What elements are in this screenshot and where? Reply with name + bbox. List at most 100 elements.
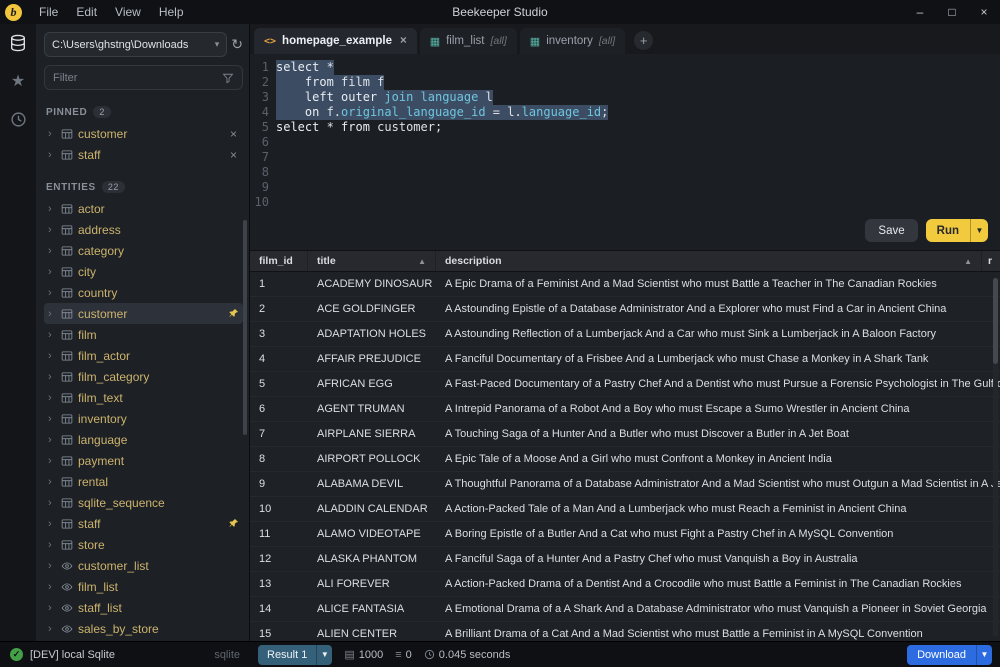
cell-film-id[interactable]: 4 [250, 353, 308, 365]
cell-description[interactable]: A Fast-Paced Documentary of a Pastry Che… [436, 378, 1000, 390]
cell-film-id[interactable]: 9 [250, 478, 308, 490]
entity-item-film_category[interactable]: ›film_category [44, 366, 243, 387]
result-selector-button[interactable]: Result 1 ▼ [258, 645, 332, 665]
cell-film-id[interactable]: 6 [250, 403, 308, 415]
chevron-right-icon[interactable]: › [48, 602, 56, 614]
pin-icon[interactable] [228, 308, 239, 319]
chevron-right-icon[interactable]: › [48, 287, 56, 299]
cell-description[interactable]: A Brilliant Drama of a Cat And a Mad Sci… [436, 628, 1000, 640]
table-row[interactable]: 5AFRICAN EGGA Fast-Paced Documentary of … [250, 372, 1000, 397]
column-header-description[interactable]: description▲ [436, 251, 982, 271]
tab-homepage_example[interactable]: <>homepage_example× [254, 28, 417, 54]
cell-description[interactable]: A Intrepid Panorama of a Robot And a Boy… [436, 403, 1000, 415]
chevron-right-icon[interactable]: › [48, 149, 56, 161]
chevron-right-icon[interactable]: › [48, 539, 56, 551]
chevron-right-icon[interactable]: › [48, 266, 56, 278]
table-row[interactable]: 4AFFAIR PREJUDICEA Fanciful Documentary … [250, 347, 1000, 372]
entity-item-store[interactable]: ›store [44, 534, 243, 555]
editor-line[interactable]: 1select * [250, 60, 1000, 75]
close-button[interactable]: × [968, 0, 1000, 24]
table-row[interactable]: 7AIRPLANE SIERRAA Touching Saga of a Hun… [250, 422, 1000, 447]
cell-title[interactable]: ACE GOLDFINGER [308, 303, 436, 315]
refresh-icon[interactable]: ↻ [231, 36, 243, 53]
cell-film-id[interactable]: 11 [250, 528, 308, 540]
entity-item-sales_by_store[interactable]: ›sales_by_store [44, 618, 243, 639]
chevron-right-icon[interactable]: › [48, 224, 56, 236]
table-row[interactable]: 2ACE GOLDFINGERA Astounding Epistle of a… [250, 297, 1000, 322]
editor-line[interactable]: 3 left outer join language l [250, 90, 1000, 105]
cell-title[interactable]: ALABAMA DEVIL [308, 478, 436, 490]
chevron-right-icon[interactable]: › [48, 350, 56, 362]
cell-description[interactable]: A Action-Packed Drama of a Dentist And a… [436, 578, 1000, 590]
cell-description[interactable]: A Epic Tale of a Moose And a Girl who mu… [436, 453, 1000, 465]
cell-film-id[interactable]: 12 [250, 553, 308, 565]
chevron-right-icon[interactable]: › [48, 371, 56, 383]
tab-close-icon[interactable]: × [400, 35, 407, 47]
cell-title[interactable]: ACADEMY DINOSAUR [308, 278, 436, 290]
download-caret-icon[interactable]: ▼ [976, 645, 992, 665]
run-options-caret-icon[interactable]: ▼ [970, 219, 988, 242]
scrollbar-thumb[interactable] [993, 278, 998, 364]
entity-item-sqlite_sequence[interactable]: ›sqlite_sequence [44, 492, 243, 513]
editor-line[interactable]: 2 from film f [250, 75, 1000, 90]
entity-item-film[interactable]: ›film [44, 324, 243, 345]
entity-item-rental[interactable]: ›rental [44, 471, 243, 492]
unpin-close-icon[interactable]: × [228, 148, 239, 162]
entity-filter-input[interactable]: Filter [44, 65, 243, 90]
editor-line[interactable]: 8 [250, 165, 1000, 180]
table-row[interactable]: 10ALADDIN CALENDARA Action-Packed Tale o… [250, 497, 1000, 522]
sidebar-scrollbar[interactable] [243, 220, 247, 435]
cell-title[interactable]: ADAPTATION HOLES [308, 328, 436, 340]
menu-help[interactable]: Help [150, 0, 193, 24]
table-row[interactable]: 14ALICE FANTASIAA Emotional Drama of a A… [250, 597, 1000, 622]
menu-edit[interactable]: Edit [67, 0, 106, 24]
chevron-right-icon[interactable]: › [48, 581, 56, 593]
cell-title[interactable]: AIRPORT POLLOCK [308, 453, 436, 465]
chevron-right-icon[interactable]: › [48, 476, 56, 488]
chevron-right-icon[interactable]: › [48, 560, 56, 572]
column-header-film_id[interactable]: film_id [250, 251, 308, 271]
cell-title[interactable]: AFRICAN EGG [308, 378, 436, 390]
chevron-right-icon[interactable]: › [48, 434, 56, 446]
entity-item-city[interactable]: ›city [44, 261, 243, 282]
cell-description[interactable]: A Thoughtful Panorama of a Database Admi… [436, 478, 1000, 490]
menu-view[interactable]: View [106, 0, 150, 24]
column-header-partial[interactable]: r [982, 251, 1000, 271]
table-row[interactable]: 15ALIEN CENTERA Brilliant Drama of a Cat… [250, 622, 1000, 641]
table-row[interactable]: 13ALI FOREVERA Action-Packed Drama of a … [250, 572, 1000, 597]
cell-title[interactable]: AFFAIR PREJUDICE [308, 353, 436, 365]
tab-inventory[interactable]: ▦inventory[all] [520, 28, 625, 54]
cell-film-id[interactable]: 14 [250, 603, 308, 615]
maximize-button[interactable]: □ [936, 0, 968, 24]
cell-description[interactable]: A Action-Packed Tale of a Man And a Lumb… [436, 503, 1000, 515]
chevron-right-icon[interactable]: › [48, 518, 56, 530]
chevron-right-icon[interactable]: › [48, 413, 56, 425]
cell-film-id[interactable]: 1 [250, 278, 308, 290]
cell-film-id[interactable]: 3 [250, 328, 308, 340]
editor-line[interactable]: 4 on f.original_language_id = l.language… [250, 105, 1000, 120]
entity-item-language[interactable]: ›language [44, 429, 243, 450]
cell-film-id[interactable]: 15 [250, 628, 308, 640]
chevron-right-icon[interactable]: › [48, 392, 56, 404]
editor-line[interactable]: 9 [250, 180, 1000, 195]
cell-title[interactable]: ALASKA PHANTOM [308, 553, 436, 565]
cell-description[interactable]: A Epic Drama of a Feminist And a Mad Sci… [436, 278, 1000, 290]
sql-editor[interactable]: 1select *2 from film f3 left outer join … [250, 54, 1000, 250]
cell-description[interactable]: A Boring Epistle of a Butler And a Cat w… [436, 528, 1000, 540]
cell-description[interactable]: A Touching Saga of a Hunter And a Butler… [436, 428, 1000, 440]
cell-description[interactable]: A Emotional Drama of a A Shark And a Dat… [436, 603, 1000, 615]
sort-caret-icon[interactable]: ▲ [964, 257, 972, 266]
tab-film_list[interactable]: ▦film_list[all] [420, 28, 517, 54]
run-button[interactable]: Run ▼ [926, 219, 988, 242]
cell-title[interactable]: ALIEN CENTER [308, 628, 436, 640]
cell-film-id[interactable]: 7 [250, 428, 308, 440]
sort-caret-icon[interactable]: ▲ [418, 257, 426, 266]
cell-description[interactable]: A Fanciful Saga of a Hunter And a Pastry… [436, 553, 1000, 565]
table-row[interactable]: 3ADAPTATION HOLESA Astounding Reflection… [250, 322, 1000, 347]
table-row[interactable]: 11ALAMO VIDEOTAPEA Boring Epistle of a B… [250, 522, 1000, 547]
table-row[interactable]: 1ACADEMY DINOSAURA Epic Drama of a Femin… [250, 272, 1000, 297]
entity-item-staff[interactable]: ›staff [44, 513, 243, 534]
unpin-close-icon[interactable]: × [228, 127, 239, 141]
entity-item-film_text[interactable]: ›film_text [44, 387, 243, 408]
cell-title[interactable]: ALAMO VIDEOTAPE [308, 528, 436, 540]
